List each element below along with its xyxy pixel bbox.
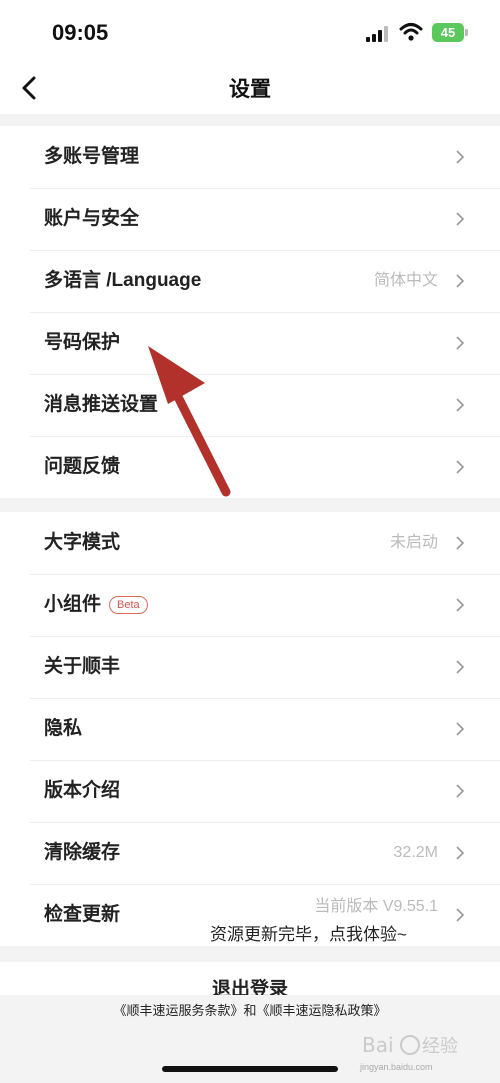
settings-row-widget[interactable]: 小组件 Beta	[0, 574, 500, 636]
row-value: 未启动	[389, 534, 438, 551]
settings-group-1: 多账号管理 账户与安全 多语言 /Language 简体中文 号码保护 消息推送…	[0, 126, 500, 498]
chevron-right-icon	[456, 722, 464, 736]
widget-label-text: 小组件	[44, 594, 102, 615]
settings-row-push-notifications[interactable]: 消息推送设置	[0, 374, 500, 436]
row-label: 检查更新	[44, 904, 121, 925]
chevron-right-icon	[456, 274, 464, 288]
chevron-right-icon	[456, 212, 464, 226]
row-value: 32.2M	[393, 844, 438, 861]
settings-row-feedback[interactable]: 问题反馈	[0, 436, 500, 498]
chevron-right-icon	[456, 784, 464, 798]
settings-row-account-security[interactable]: 账户与安全	[0, 188, 500, 250]
row-label: 关于顺丰	[44, 656, 121, 677]
row-label: 大字模式	[44, 532, 121, 553]
row-label: 版本介绍	[44, 780, 121, 801]
settings-group-2: 大字模式 未启动 小组件 Beta 关于顺丰 隐私 版本介绍 清除缓存 32.2M…	[0, 512, 500, 946]
settings-row-clear-cache[interactable]: 清除缓存 32.2M	[0, 822, 500, 884]
settings-row-about[interactable]: 关于顺丰	[0, 636, 500, 698]
chevron-right-icon	[456, 398, 464, 412]
terms-links[interactable]: 《顺丰速运服务条款》和《顺丰速运隐私政策》	[0, 1000, 500, 1019]
settings-row-version-intro[interactable]: 版本介绍	[0, 760, 500, 822]
watermark-brand2: 经验	[422, 1036, 458, 1057]
watermark-url: jingyan.baidu.com	[360, 1062, 433, 1072]
row-label: 多语言 /Language	[44, 270, 202, 291]
battery-tip	[465, 29, 468, 36]
status-time: 09:05	[52, 20, 109, 45]
chevron-right-icon	[456, 150, 464, 164]
settings-row-language[interactable]: 多语言 /Language 简体中文	[0, 250, 500, 312]
baidu-jingyan-watermark: Bai 经验	[362, 1033, 458, 1057]
settings-row-multi-account[interactable]: 多账号管理	[0, 126, 500, 188]
row-label: 消息推送设置	[44, 394, 159, 415]
row-label: 隐私	[44, 718, 83, 739]
row-label: 多账号管理	[44, 146, 140, 167]
chevron-right-icon	[456, 660, 464, 674]
row-label: 号码保护	[44, 332, 121, 353]
row-label: 问题反馈	[44, 456, 121, 477]
row-label: 清除缓存	[44, 842, 121, 863]
settings-row-large-font[interactable]: 大字模式 未启动	[0, 512, 500, 574]
row-value: 简体中文	[373, 272, 438, 289]
battery-level: 45	[440, 25, 456, 40]
page-title: 设置	[229, 78, 271, 101]
update-toast[interactable]: 资源更新完毕，点我体验~	[210, 920, 407, 945]
current-version: 当前版本 V9.55.1	[314, 898, 438, 915]
nav-bar: 设置	[0, 66, 500, 114]
settings-row-privacy[interactable]: 隐私	[0, 698, 500, 760]
chevron-right-icon	[456, 460, 464, 474]
battery-icon: 45	[432, 23, 464, 42]
home-indicator[interactable]	[162, 1066, 338, 1072]
chevron-right-icon	[456, 536, 464, 550]
chevron-right-icon	[456, 846, 464, 860]
cellular-signal-icon	[366, 26, 388, 42]
status-bar: 09:05 45	[0, 0, 500, 66]
chevron-right-icon	[456, 336, 464, 350]
chevron-right-icon	[456, 908, 464, 922]
settings-row-number-protection[interactable]: 号码保护	[0, 312, 500, 374]
row-label: 账户与安全	[44, 208, 140, 229]
watermark-brand: Bai	[362, 1033, 394, 1057]
chevron-right-icon	[456, 598, 464, 612]
wifi-icon	[399, 23, 423, 41]
row-label: 小组件 Beta	[44, 574, 148, 636]
beta-badge: Beta	[109, 595, 148, 614]
